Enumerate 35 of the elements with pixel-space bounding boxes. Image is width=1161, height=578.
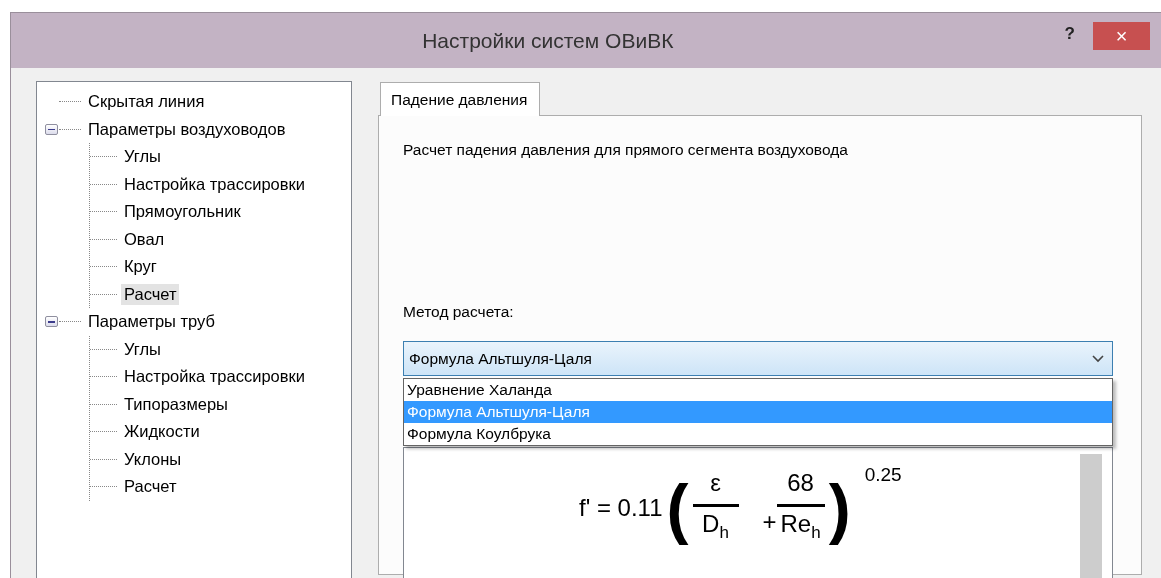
tree-item[interactable]: Типоразмеры bbox=[121, 393, 231, 415]
chevron-down-icon bbox=[1092, 354, 1104, 363]
tree-item[interactable]: Жидкости bbox=[121, 421, 203, 443]
tree-item[interactable]: Скрытая линия bbox=[85, 91, 208, 113]
numerator: 68 bbox=[786, 468, 815, 498]
tree-item[interactable]: Настройка трассировки bbox=[121, 366, 308, 388]
denominator: Re$_{h}$ bbox=[776, 504, 825, 548]
tree-item[interactable]: Уклоны bbox=[121, 448, 185, 470]
denominator: D$_{h}$ bbox=[692, 504, 739, 548]
plus-sign: + bbox=[762, 507, 777, 536]
method-label: Метод расчета: bbox=[403, 303, 515, 321]
tree-item[interactable]: Круг bbox=[121, 256, 160, 278]
collapse-icon[interactable] bbox=[45, 123, 58, 135]
tree-item[interactable]: Параметры воздуховодов bbox=[85, 118, 289, 140]
tree-item[interactable]: Углы bbox=[121, 338, 164, 360]
tree-item[interactable]: Овал bbox=[121, 228, 168, 250]
dropdown-option[interactable]: Уравнение Халанда bbox=[404, 379, 1112, 401]
numerator: ε bbox=[709, 468, 722, 498]
tree-item[interactable]: Настройка трассировки bbox=[121, 173, 308, 195]
collapse-icon[interactable] bbox=[45, 316, 58, 328]
tab[interactable]: Падение давления bbox=[380, 82, 541, 116]
description-text: Расчет падения давления для прямого сегмента воздуховода bbox=[403, 141, 849, 159]
tree-item[interactable]: Параметры труб bbox=[85, 311, 218, 333]
tree-item[interactable]: Расчет bbox=[121, 476, 180, 498]
window-title: Настройки систем ОВиВК bbox=[421, 28, 675, 53]
formula-text: f' = 0.11 bbox=[579, 493, 663, 522]
tree-item[interactable]: Расчет bbox=[121, 283, 180, 305]
tree-item[interactable]: Прямоугольник bbox=[121, 201, 244, 223]
close-button[interactable]: × bbox=[1093, 22, 1150, 50]
help-button[interactable]: ? bbox=[1064, 24, 1075, 44]
tree-item[interactable]: Углы bbox=[121, 146, 164, 168]
dropdown-option[interactable]: Формула Коулбрука bbox=[404, 423, 1112, 445]
scrollbar[interactable] bbox=[1080, 454, 1102, 578]
exponent: 0.25 bbox=[864, 464, 902, 486]
method-dropdown[interactable]: Формула Альтшуля-Цаля bbox=[403, 341, 1113, 376]
